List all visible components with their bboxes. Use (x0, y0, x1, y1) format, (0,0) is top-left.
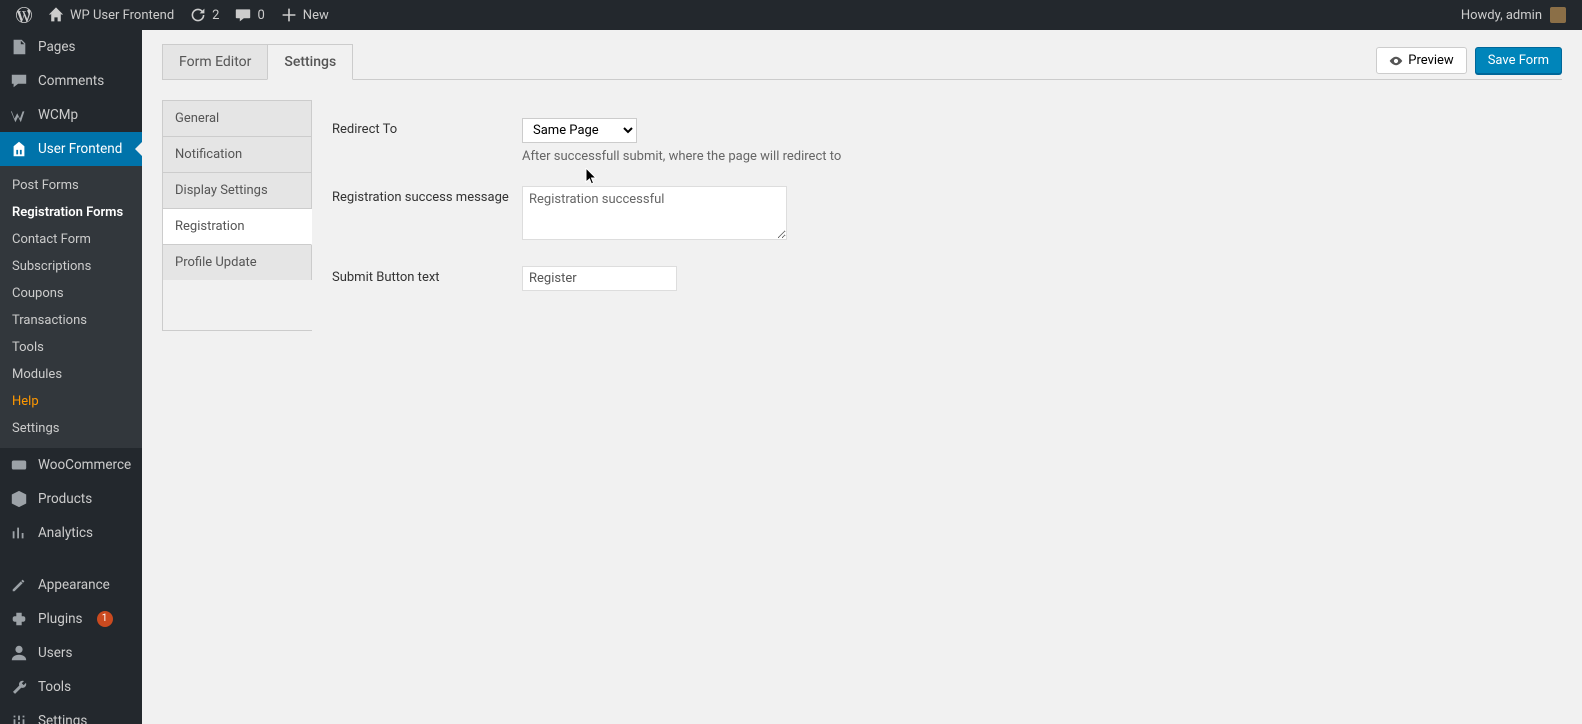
howdy-text[interactable]: Howdy, admin (1461, 8, 1542, 23)
success-message-textarea[interactable] (522, 186, 787, 240)
submenu-post-forms[interactable]: Post Forms (0, 172, 142, 199)
submenu-transactions[interactable]: Transactions (0, 307, 142, 334)
submenu-registration-forms[interactable]: Registration Forms (0, 199, 142, 226)
sidebar-label: User Frontend (38, 141, 122, 157)
sidebar-label: Settings (38, 713, 87, 724)
sidebar-submenu: Post Forms Registration Forms Contact Fo… (0, 166, 142, 448)
sidebar-item-woocommerce[interactable]: WooCommerce (0, 448, 142, 482)
comments-count: 0 (257, 8, 264, 23)
sidebar-label: WCMp (38, 107, 78, 123)
sidebar-item-analytics[interactable]: Analytics (0, 516, 142, 550)
woocommerce-icon (10, 456, 28, 474)
preview-button[interactable]: Preview (1376, 47, 1466, 74)
submenu-coupons[interactable]: Coupons (0, 280, 142, 307)
redirect-to-label: Redirect To (332, 118, 522, 137)
plus-icon (281, 7, 297, 23)
submit-button-text-input[interactable] (522, 266, 677, 291)
comments-icon (10, 72, 28, 90)
tab-settings[interactable]: Settings (267, 44, 353, 80)
sidebar-item-comments[interactable]: Comments (0, 64, 142, 98)
users-icon (10, 644, 28, 662)
sidebar-label: Plugins (38, 611, 83, 627)
sidebar-label: Users (38, 645, 72, 661)
submenu-tools[interactable]: Tools (0, 334, 142, 361)
tools-icon (10, 678, 28, 696)
sidebar-item-pages[interactable]: Pages (0, 30, 142, 64)
sidebar-label: Appearance (38, 577, 110, 593)
settings-nav-profile-update[interactable]: Profile Update (163, 245, 312, 280)
sidebar-label: WooCommerce (38, 457, 131, 473)
comment-icon (235, 7, 251, 23)
submit-button-text-label: Submit Button text (332, 266, 522, 285)
redirect-to-desc: After successfull submit, where the page… (522, 149, 1542, 164)
settings-nav: General Notification Display Settings Re… (162, 100, 312, 331)
refresh-icon (190, 7, 206, 23)
settings-panel: Redirect To Same Page After successfull … (312, 100, 1562, 331)
submenu-subscriptions[interactable]: Subscriptions (0, 253, 142, 280)
site-name-link[interactable]: WP User Frontend (40, 0, 182, 30)
plugins-icon (10, 610, 28, 628)
submenu-contact-form[interactable]: Contact Form (0, 226, 142, 253)
user-frontend-icon (10, 140, 28, 158)
admin-bar: WP User Frontend 2 0 New Howdy, admin (0, 0, 1582, 30)
site-name: WP User Frontend (70, 8, 174, 23)
settings-nav-registration[interactable]: Registration (163, 209, 312, 245)
main-content: Form Editor Settings Preview Save Form G… (142, 30, 1582, 724)
submenu-settings[interactable]: Settings (0, 415, 142, 442)
new-content-link[interactable]: New (273, 0, 337, 30)
settings-icon (10, 712, 28, 724)
new-label: New (303, 8, 329, 23)
sidebar-item-appearance[interactable]: Appearance (0, 568, 142, 602)
sidebar-label: Products (38, 491, 92, 507)
success-message-label: Registration success message (332, 186, 522, 205)
tabs: Form Editor Settings Preview Save Form (162, 40, 1562, 80)
settings-nav-display-settings[interactable]: Display Settings (163, 173, 312, 209)
sidebar-item-users[interactable]: Users (0, 636, 142, 670)
admin-sidebar: Pages Comments WCMp User Frontend Post F… (0, 30, 142, 724)
redirect-to-select[interactable]: Same Page (522, 118, 637, 143)
tab-form-editor[interactable]: Form Editor (162, 44, 268, 79)
sidebar-item-plugins[interactable]: Plugins 1 (0, 602, 142, 636)
submenu-modules[interactable]: Modules (0, 361, 142, 388)
eye-icon (1389, 54, 1403, 68)
sidebar-item-products[interactable]: Products (0, 482, 142, 516)
sidebar-item-settings[interactable]: Settings (0, 704, 142, 724)
sidebar-item-wcmp[interactable]: WCMp (0, 98, 142, 132)
sidebar-label: Analytics (38, 525, 93, 541)
products-icon (10, 490, 28, 508)
updates-count: 2 (212, 8, 219, 23)
sidebar-label: Comments (38, 73, 104, 89)
settings-nav-notification[interactable]: Notification (163, 137, 312, 173)
preview-label: Preview (1408, 53, 1453, 68)
wcmp-icon (10, 106, 28, 124)
sidebar-label: Tools (38, 679, 71, 695)
save-form-button[interactable]: Save Form (1475, 47, 1562, 74)
avatar[interactable] (1550, 7, 1566, 23)
settings-nav-general[interactable]: General (163, 101, 312, 137)
sidebar-item-tools[interactable]: Tools (0, 670, 142, 704)
pages-icon (10, 38, 28, 56)
comments-link[interactable]: 0 (227, 0, 272, 30)
submenu-help[interactable]: Help (0, 388, 142, 415)
updates-link[interactable]: 2 (182, 0, 227, 30)
appearance-icon (10, 576, 28, 594)
sidebar-label: Pages (38, 39, 76, 55)
plugins-badge: 1 (97, 611, 113, 627)
sidebar-item-user-frontend[interactable]: User Frontend (0, 132, 142, 166)
home-icon (48, 7, 64, 23)
analytics-icon (10, 524, 28, 542)
wordpress-icon (16, 7, 32, 23)
wp-logo[interactable] (8, 0, 40, 30)
